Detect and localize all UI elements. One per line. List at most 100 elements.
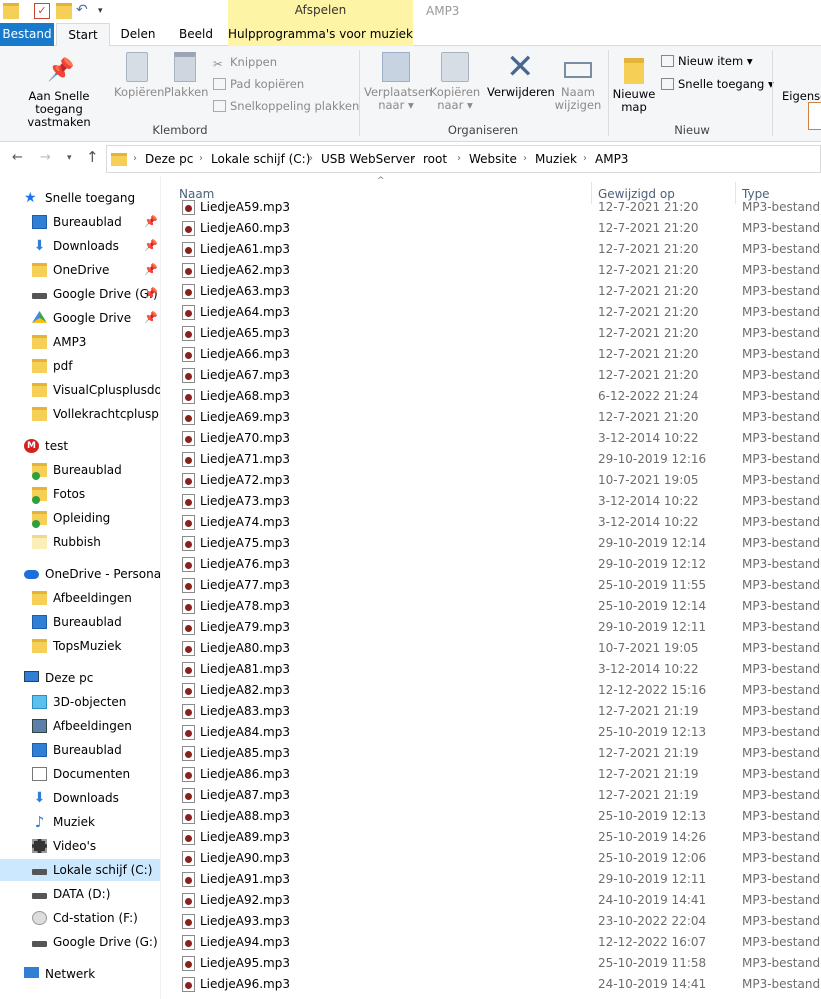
tab-bestand[interactable]: Bestand xyxy=(0,23,54,46)
sidebar-item[interactable]: Google Drive (G:) xyxy=(0,931,160,953)
sidebar-item[interactable]: Vollekrachtcplusplus xyxy=(0,403,160,425)
table-row[interactable]: LiedjeA89.mp3 25-10-2019 14:26 MP3-bestand xyxy=(160,827,821,848)
sidebar-item[interactable]: Rubbish xyxy=(0,531,160,553)
table-row[interactable]: LiedjeA87.mp3 12-7-2021 21:19 MP3-bestand xyxy=(160,785,821,806)
copy-button[interactable]: Kopiëren xyxy=(114,52,164,99)
table-row[interactable]: LiedjeA85.mp3 12-7-2021 21:19 MP3-bestand xyxy=(160,743,821,764)
sidebar-item[interactable]: ⬇ Downloads 📌 xyxy=(0,235,160,257)
tab-music-tools[interactable]: Hulpprogramma's voor muziek xyxy=(228,23,413,46)
table-row[interactable]: LiedjeA96.mp3 24-10-2019 14:41 MP3-bestand xyxy=(160,974,821,995)
table-row[interactable]: LiedjeA92.mp3 24-10-2019 14:41 MP3-bestand xyxy=(160,890,821,911)
paste-shortcut-button[interactable]: Snelkoppeling plakken xyxy=(213,99,359,113)
table-row[interactable]: LiedjeA59.mp3 12-7-2021 21:20 MP3-bestand xyxy=(160,200,821,218)
table-row[interactable]: LiedjeA84.mp3 25-10-2019 12:13 MP3-bestand xyxy=(160,722,821,743)
sidebar-item[interactable]: Google Drive 📌 xyxy=(0,307,160,329)
customize-toolbar-icon[interactable]: ▾ xyxy=(98,3,114,19)
table-row[interactable]: LiedjeA79.mp3 29-10-2019 12:11 MP3-bestand xyxy=(160,617,821,638)
tab-start[interactable]: Start xyxy=(56,23,110,47)
move-to-button[interactable]: Verplaatsen naar ▾ xyxy=(364,52,432,112)
sidebar-item[interactable]: Deze pc xyxy=(0,667,160,689)
table-row[interactable]: LiedjeA93.mp3 23-10-2022 22:04 MP3-bestand xyxy=(160,911,821,932)
sidebar-item[interactable]: OneDrive 📌 xyxy=(0,259,160,281)
table-row[interactable]: LiedjeA66.mp3 12-7-2021 21:20 MP3-bestand xyxy=(160,344,821,365)
table-row[interactable]: LiedjeA76.mp3 29-10-2019 12:12 MP3-bestand xyxy=(160,554,821,575)
sidebar-item[interactable]: 3D-objecten xyxy=(0,691,160,713)
properties-button[interactable]: Eigensc xyxy=(782,90,821,103)
table-row[interactable]: LiedjeA80.mp3 10-7-2021 19:05 MP3-bestand xyxy=(160,638,821,659)
address-bar[interactable]: › Deze pc › Lokale schijf (C:) › USB Web… xyxy=(106,145,821,173)
recent-locations-chevron-icon[interactable]: ▾ xyxy=(67,153,72,163)
sidebar-item[interactable]: Bureaublad xyxy=(0,459,160,481)
table-row[interactable]: LiedjeA67.mp3 12-7-2021 21:20 MP3-bestand xyxy=(160,365,821,386)
cut-button[interactable]: ✂ Knippen xyxy=(213,55,277,71)
rename-button[interactable]: Naam wijzigen xyxy=(553,52,603,112)
table-row[interactable]: LiedjeA61.mp3 12-7-2021 21:20 MP3-bestand xyxy=(160,239,821,260)
back-arrow-icon[interactable]: ← xyxy=(12,150,23,165)
table-row[interactable]: LiedjeA65.mp3 12-7-2021 21:20 MP3-bestand xyxy=(160,323,821,344)
table-row[interactable]: LiedjeA68.mp3 6-12-2022 21:24 MP3-bestand xyxy=(160,386,821,407)
table-row[interactable]: LiedjeA63.mp3 12-7-2021 21:20 MP3-bestand xyxy=(160,281,821,302)
table-row[interactable]: LiedjeA81.mp3 3-12-2014 10:22 MP3-bestand xyxy=(160,659,821,680)
sidebar-item[interactable]: ♪ Muziek xyxy=(0,811,160,833)
table-row[interactable]: LiedjeA74.mp3 3-12-2014 10:22 MP3-bestand xyxy=(160,512,821,533)
pin-icon[interactable]: 📌 xyxy=(144,307,158,329)
table-row[interactable]: LiedjeA86.mp3 12-7-2021 21:19 MP3-bestand xyxy=(160,764,821,785)
sidebar-item[interactable]: Afbeeldingen xyxy=(0,715,160,737)
delete-button[interactable]: ✕ Verwijderen xyxy=(487,50,555,99)
breadcrumb-usb-webserver[interactable]: USB WebServer xyxy=(321,152,415,166)
forward-arrow-icon[interactable]: → xyxy=(40,150,51,165)
sidebar-item[interactable]: Fotos xyxy=(0,483,160,505)
sidebar-item[interactable]: Bureaublad 📌 xyxy=(0,211,160,233)
breadcrumb-muziek[interactable]: Muziek xyxy=(535,152,577,166)
table-row[interactable]: LiedjeA95.mp3 25-10-2019 11:58 MP3-bestand xyxy=(160,953,821,974)
new-folder-button[interactable]: Nieuwe map xyxy=(612,52,656,114)
table-row[interactable]: LiedjeA88.mp3 25-10-2019 12:13 MP3-bestand xyxy=(160,806,821,827)
copy-to-button[interactable]: Kopiëren naar ▾ xyxy=(428,52,482,112)
sidebar-item[interactable]: ⬇ Downloads xyxy=(0,787,160,809)
table-row[interactable]: LiedjeA70.mp3 3-12-2014 10:22 MP3-bestand xyxy=(160,428,821,449)
breadcrumb-local-disk[interactable]: Lokale schijf (C:) xyxy=(211,152,310,166)
sidebar-item[interactable]: pdf xyxy=(0,355,160,377)
table-row[interactable]: LiedjeA82.mp3 12-12-2022 15:16 MP3-bestand xyxy=(160,680,821,701)
sidebar-item[interactable]: TopsMuziek xyxy=(0,635,160,657)
table-row[interactable]: LiedjeA83.mp3 12-7-2021 21:19 MP3-bestand xyxy=(160,701,821,722)
easy-access-button[interactable]: Snelle toegang ▾ xyxy=(661,77,774,91)
new-folder-quick-icon[interactable] xyxy=(56,3,72,19)
table-row[interactable]: LiedjeA64.mp3 12-7-2021 21:20 MP3-bestand xyxy=(160,302,821,323)
tab-delen[interactable]: Delen xyxy=(112,23,164,46)
table-row[interactable]: LiedjeA77.mp3 25-10-2019 11:55 MP3-bestand xyxy=(160,575,821,596)
table-row[interactable]: LiedjeA69.mp3 12-7-2021 21:20 MP3-bestand xyxy=(160,407,821,428)
sidebar-item[interactable]: AMP3 xyxy=(0,331,160,353)
sidebar-item[interactable]: Video's xyxy=(0,835,160,857)
sidebar-item[interactable]: Netwerk xyxy=(0,963,160,985)
pin-icon[interactable]: 📌 xyxy=(144,235,158,257)
sidebar-item[interactable]: VisualCplusplusdotr xyxy=(0,379,160,401)
table-row[interactable]: LiedjeA72.mp3 10-7-2021 19:05 MP3-bestand xyxy=(160,470,821,491)
sidebar-item[interactable]: DATA (D:) xyxy=(0,883,160,905)
breadcrumb-amp3[interactable]: AMP3 xyxy=(595,152,628,166)
pin-icon[interactable]: 📌 xyxy=(144,259,158,281)
sidebar-item[interactable]: Bureaublad xyxy=(0,611,160,633)
up-arrow-icon[interactable]: ↑ xyxy=(86,148,99,166)
sidebar-item[interactable]: Mtest xyxy=(0,435,160,457)
tab-beeld[interactable]: Beeld xyxy=(168,23,224,46)
undo-icon[interactable]: ↶ xyxy=(76,3,92,19)
table-row[interactable]: LiedjeA73.mp3 3-12-2014 10:22 MP3-bestand xyxy=(160,491,821,512)
table-row[interactable]: LiedjeA71.mp3 29-10-2019 12:16 MP3-bestand xyxy=(160,449,821,470)
sidebar-item[interactable]: OneDrive - Personal xyxy=(0,563,160,585)
table-row[interactable]: LiedjeA62.mp3 12-7-2021 21:20 MP3-bestand xyxy=(160,260,821,281)
table-row[interactable]: LiedjeA60.mp3 12-7-2021 21:20 MP3-bestand xyxy=(160,218,821,239)
table-row[interactable]: LiedjeA94.mp3 12-12-2022 16:07 MP3-bestand xyxy=(160,932,821,953)
sidebar-item[interactable]: ★ Snelle toegang xyxy=(0,187,160,209)
breadcrumb-deze-pc[interactable]: Deze pc xyxy=(145,152,193,166)
table-row[interactable]: LiedjeA91.mp3 29-10-2019 12:11 MP3-bestand xyxy=(160,869,821,890)
copy-path-button[interactable]: Pad kopiëren xyxy=(213,77,304,91)
sidebar-item[interactable]: Opleiding xyxy=(0,507,160,529)
table-row[interactable]: LiedjeA90.mp3 25-10-2019 12:06 MP3-bestand xyxy=(160,848,821,869)
table-row[interactable]: LiedjeA78.mp3 25-10-2019 12:14 MP3-bestand xyxy=(160,596,821,617)
pin-icon[interactable]: 📌 xyxy=(144,283,158,305)
properties-quick-icon[interactable]: ✓ xyxy=(34,3,50,19)
sidebar-item[interactable]: Documenten xyxy=(0,763,160,785)
pin-icon[interactable]: 📌 xyxy=(144,211,158,233)
breadcrumb-website[interactable]: Website xyxy=(469,152,517,166)
